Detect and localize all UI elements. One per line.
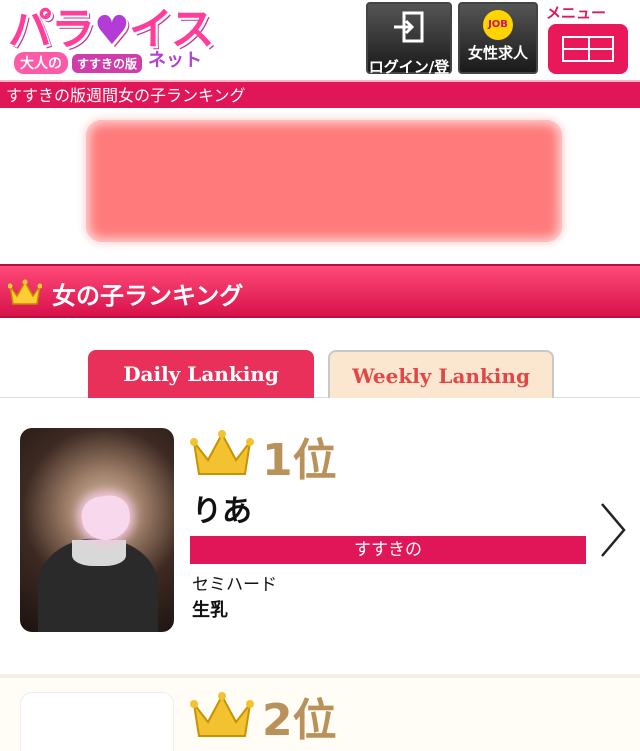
ranking-title: 女の子ランキング bbox=[52, 282, 244, 310]
menu-grid-icon bbox=[562, 36, 614, 62]
tab-daily[interactable]: Daily Lanking bbox=[88, 350, 314, 398]
logo-sub-area: すすきの版 bbox=[72, 54, 143, 73]
menu-label: メニュー bbox=[546, 4, 607, 22]
logo-sub-net: ネット bbox=[148, 50, 202, 71]
ranking-tabs: Daily Lanking Weekly Lanking bbox=[0, 318, 640, 398]
photo-collar bbox=[72, 540, 126, 566]
crown-icon bbox=[190, 428, 254, 484]
job-label: 女性求人 bbox=[467, 44, 528, 62]
area-badge: すすきの bbox=[190, 536, 586, 564]
login-icon bbox=[368, 10, 450, 52]
logo-text-1: パラ bbox=[8, 4, 95, 55]
header: パラ♥イス 大人の すすきの版 ネット ログイン/登録 JOB 女性求人 メニュ… bbox=[0, 0, 640, 97]
login-button[interactable]: ログイン/登録 bbox=[366, 2, 452, 97]
play-type: セミハード bbox=[192, 575, 277, 595]
site-logo[interactable]: パラ♥イス 大人の すすきの版 ネット bbox=[8, 4, 218, 74]
job-icon: JOB bbox=[483, 10, 513, 40]
menu-button[interactable] bbox=[548, 24, 628, 74]
chevron-right-icon[interactable] bbox=[598, 502, 628, 558]
ranking-header: 女の子ランキング bbox=[0, 264, 640, 318]
page-title-bar: すすきの版週間女の子ランキング bbox=[0, 80, 640, 108]
girl-photo[interactable] bbox=[20, 428, 174, 632]
rank-number: 2位 bbox=[262, 695, 337, 746]
logo-sub-adult: 大人の bbox=[14, 52, 68, 74]
tab-weekly[interactable]: Weekly Lanking bbox=[328, 350, 554, 398]
crown-icon bbox=[7, 278, 43, 312]
girl-photo[interactable] bbox=[20, 692, 174, 751]
job-button[interactable]: JOB 女性求人 bbox=[458, 2, 538, 74]
face-blur-heart bbox=[79, 492, 133, 544]
play-option: 生乳 bbox=[192, 600, 228, 621]
girl-name[interactable]: りあ bbox=[192, 486, 252, 530]
banner-ad[interactable] bbox=[86, 120, 562, 242]
ranking-item[interactable]: 2位 bbox=[0, 678, 640, 751]
rank-number: 1位 bbox=[262, 435, 337, 486]
ranking-item[interactable]: 1位 りあ すすきの セミハード 生乳 bbox=[0, 398, 640, 674]
crown-icon bbox=[190, 690, 254, 746]
heart-icon: ♥ bbox=[94, 8, 130, 54]
